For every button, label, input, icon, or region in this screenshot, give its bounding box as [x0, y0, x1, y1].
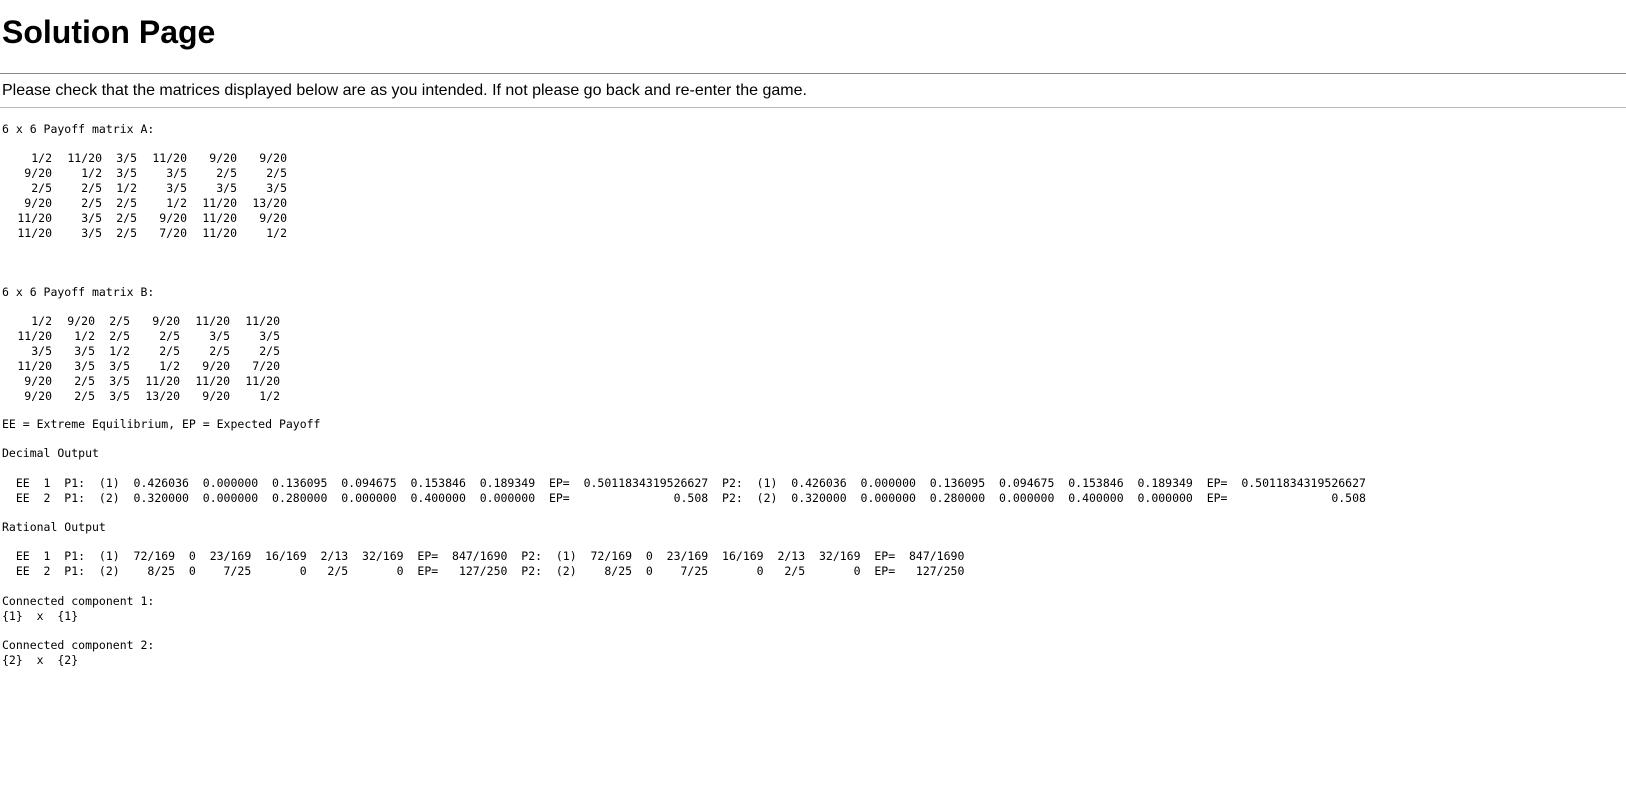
page-title: Solution Page: [2, 14, 216, 50]
matrix-cell: 9/20: [67, 314, 95, 328]
matrix-cell: 9/20: [24, 196, 52, 210]
matrix-cell: 7/20: [159, 226, 187, 240]
matrix-cell: 2/5: [81, 196, 102, 210]
rational-output-line: EE 1 P1: (1) 72/169 0 23/169 16/169 2/13…: [2, 549, 965, 563]
matrix-cell: 11/20: [195, 374, 230, 388]
rational-output-label: Rational Output: [2, 520, 106, 534]
matrix-cell: 1/2: [109, 344, 130, 358]
matrix-cell: 13/20: [252, 196, 287, 210]
matrix-cell: 3/5: [266, 181, 287, 195]
matrix-cell: 9/20: [209, 151, 237, 165]
matrix-cell: 11/20: [17, 226, 52, 240]
matrix-cell: 2/5: [159, 329, 180, 343]
legend-text: EE = Extreme Equilibrium, EP = Expected …: [2, 417, 321, 431]
component-value: {1} x {1}: [2, 609, 79, 623]
intro-text: Please check that the matrices displayed…: [2, 82, 807, 99]
matrix-cell: 3/5: [74, 344, 95, 358]
matrix-cell: 2/5: [74, 374, 95, 388]
decimal-output-label: Decimal Output: [2, 446, 99, 460]
matrix-cell: 9/20: [259, 151, 287, 165]
matrix-cell: 1/2: [266, 226, 287, 240]
component-label: Connected component 1:: [2, 594, 155, 608]
matrix-a-label: 6 x 6 Payoff matrix A:: [2, 122, 155, 136]
matrix-cell: 2/5: [116, 211, 137, 225]
matrix-cell: 3/5: [109, 359, 130, 373]
matrix-cell: 1/2: [74, 329, 95, 343]
matrix-cell: 11/20: [202, 226, 237, 240]
divider: [0, 107, 1626, 108]
matrix-cell: 11/20: [145, 374, 180, 388]
decimal-output-line: EE 2 P1: (2) 0.320000 0.000000 0.280000 …: [2, 491, 1366, 505]
matrix-cell: 11/20: [152, 151, 187, 165]
matrix-a: 1/2 11/20 3/5 11/20 9/20 9/20 9/20 1/2 3/5 3/5 2/5…: [0, 151, 287, 241]
matrix-cell: 7/20: [252, 359, 280, 373]
matrix-cell: 3/5: [74, 359, 95, 373]
matrix-cell: 2/5: [109, 314, 130, 328]
matrix-cell: 1/2: [31, 314, 52, 328]
matrix-cell: 3/5: [166, 166, 187, 180]
matrix-cell: 2/5: [116, 226, 137, 240]
matrix-cell: 2/5: [266, 166, 287, 180]
matrix-cell: 11/20: [202, 211, 237, 225]
matrix-cell: 11/20: [195, 314, 230, 328]
matrix-cell: 9/20: [259, 211, 287, 225]
matrix-cell: 11/20: [202, 196, 237, 210]
matrix-cell: 9/20: [24, 166, 52, 180]
matrix-cell: 2/5: [159, 344, 180, 358]
matrix-cell: 9/20: [24, 389, 52, 403]
matrix-cell: 1/2: [116, 181, 137, 195]
matrix-cell: 9/20: [202, 389, 230, 403]
matrix-cell: 9/20: [159, 211, 187, 225]
matrix-cell: 9/20: [24, 374, 52, 388]
matrix-cell: 3/5: [216, 181, 237, 195]
matrix-cell: 1/2: [259, 389, 280, 403]
matrix-cell: 2/5: [116, 196, 137, 210]
matrix-cell: 3/5: [116, 166, 137, 180]
matrix-cell: 1/2: [81, 166, 102, 180]
matrix-cell: 3/5: [116, 151, 137, 165]
rational-output-line: EE 2 P1: (2) 8/25 0 7/25 0 2/5 0 EP= 127…: [2, 564, 965, 578]
matrix-cell: 2/5: [81, 181, 102, 195]
component-label: Connected component 2:: [2, 638, 155, 652]
matrix-cell: 11/20: [245, 374, 280, 388]
matrix-cell: 9/20: [202, 359, 230, 373]
matrix-cell: 2/5: [109, 329, 130, 343]
matrix-cell: 11/20: [67, 151, 102, 165]
matrix-cell: 3/5: [31, 344, 52, 358]
matrix-cell: 11/20: [17, 329, 52, 343]
matrix-cell: 3/5: [109, 374, 130, 388]
matrix-cell: 3/5: [166, 181, 187, 195]
matrix-cell: 11/20: [245, 314, 280, 328]
matrix-cell: 2/5: [31, 181, 52, 195]
matrix-b: 1/2 9/20 2/5 9/20 11/20 11/20 11/20 1/2 2/5 2/5 3/…: [0, 314, 280, 404]
matrix-cell: 3/5: [259, 329, 280, 343]
decimal-output-line: EE 1 P1: (1) 0.426036 0.000000 0.136095 …: [2, 476, 1366, 490]
matrix-cell: 3/5: [81, 226, 102, 240]
matrix-cell: 11/20: [17, 359, 52, 373]
matrix-cell: 9/20: [152, 314, 180, 328]
matrix-cell: 1/2: [31, 151, 52, 165]
matrix-cell: 2/5: [259, 344, 280, 358]
matrix-cell: 11/20: [17, 211, 52, 225]
matrix-cell: 2/5: [216, 166, 237, 180]
matrix-cell: 1/2: [166, 196, 187, 210]
matrix-cell: 3/5: [81, 211, 102, 225]
matrix-cell: 2/5: [209, 344, 230, 358]
divider: [0, 73, 1626, 74]
matrix-cell: 3/5: [209, 329, 230, 343]
component-value: {2} x {2}: [2, 653, 79, 667]
matrix-cell: 2/5: [74, 389, 95, 403]
matrix-cell: 3/5: [109, 389, 130, 403]
matrix-b-label: 6 x 6 Payoff matrix B:: [2, 285, 155, 299]
matrix-cell: 1/2: [159, 359, 180, 373]
matrix-cell: 13/20: [145, 389, 180, 403]
